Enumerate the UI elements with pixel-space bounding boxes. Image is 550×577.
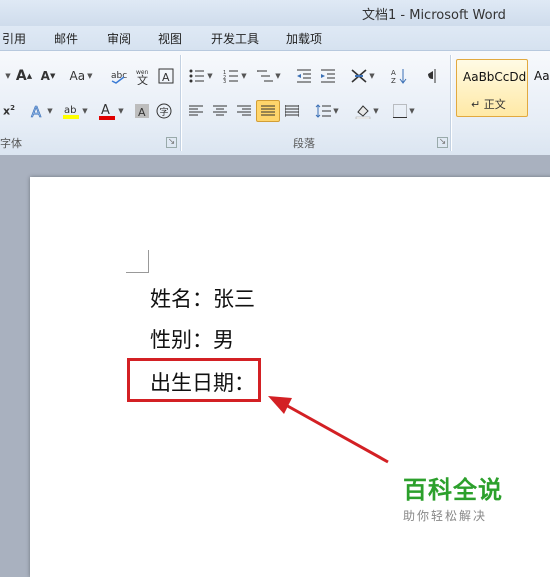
- watermark: 百科全说 助你轻松解决: [403, 470, 503, 524]
- watermark-subtitle: 助你轻松解决: [403, 509, 488, 523]
- watermark-title: 百科全说: [403, 476, 503, 504]
- annotation-arrow-icon: [268, 396, 389, 464]
